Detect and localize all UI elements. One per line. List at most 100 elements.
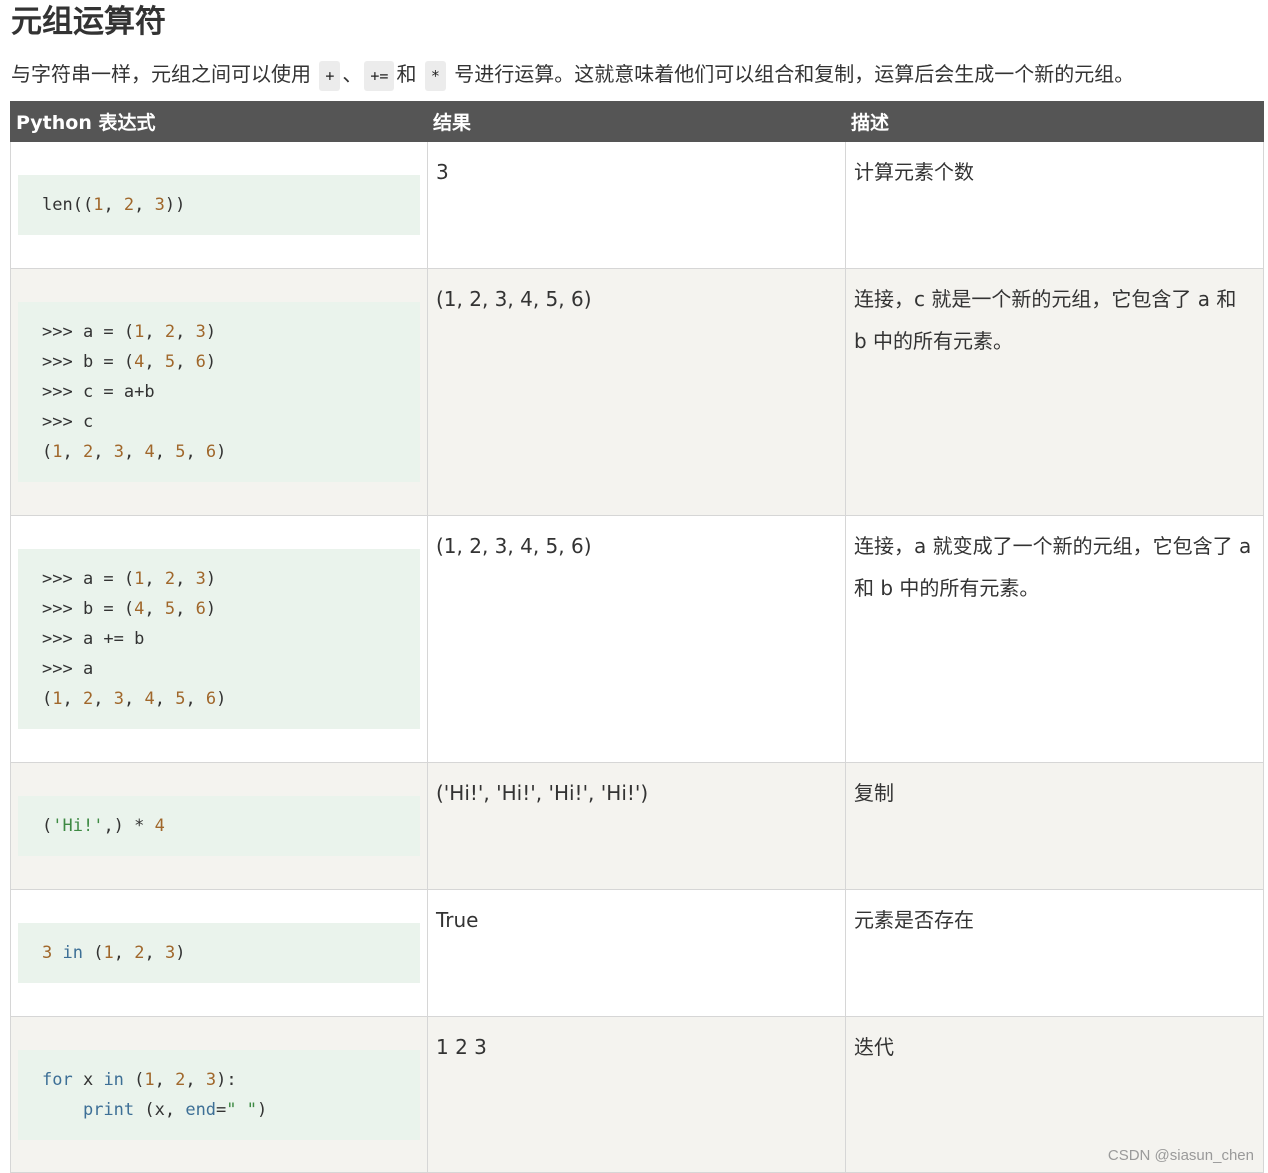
code-token-num: 3: [205, 1069, 217, 1090]
code-token-str: " ": [226, 1099, 258, 1120]
code-token: =: [216, 1099, 227, 1120]
code-token-kw: in: [62, 943, 83, 963]
code-token-num: 1: [134, 322, 145, 342]
code-token: ): [257, 1099, 268, 1120]
code-line: len((1, 2, 3)): [42, 190, 396, 220]
code-line: >>> c = a+b: [42, 377, 396, 407]
page-title: 元组运算符: [11, 4, 166, 40]
description-cell: 复制: [845, 762, 1264, 890]
code-token: ,: [185, 1069, 206, 1090]
code-token-num: 5: [164, 352, 176, 372]
intro-text-after: 号进行运算。这就意味着他们可以组合和复制，运算后会生成一个新的元组。: [447, 62, 1135, 86]
code-token: ,: [103, 195, 124, 215]
tuple-operators-table: Python 表达式 结果 描述 len((1, 2, 3)) 3 计算元素个数…: [10, 101, 1264, 1173]
code-token: >>> a: [42, 659, 94, 679]
code-line: ('Hi!',) * 4: [42, 811, 396, 841]
code-line: >>> a: [42, 654, 396, 684]
code-block: 3 in (1, 2, 3): [18, 923, 420, 983]
code-block: >>> a = (1, 2, 3) >>> b = (4, 5, 6) >>> a …: [18, 549, 420, 729]
code-line: >>> a += b: [42, 624, 396, 654]
result-cell: 3: [427, 141, 846, 269]
code-token-num: 2: [82, 689, 94, 709]
code-token: ,: [62, 442, 83, 462]
code-token-num: 3: [195, 569, 206, 589]
header-description: 描述: [845, 101, 1264, 142]
code-token-num: 2: [123, 195, 135, 215]
code-token: ,: [175, 569, 196, 589]
code-token-num: 2: [175, 1069, 186, 1090]
code-token: ,: [185, 689, 206, 709]
code-token: >>> a = (: [42, 569, 135, 589]
result-cell: (1, 2, 3, 4, 5, 6): [427, 268, 846, 516]
expression-cell: >>> a = (1, 2, 3) >>> b = (4, 5, 6) >>> a …: [10, 515, 428, 763]
header-expression: Python 表达式: [10, 101, 428, 142]
description-cell: 连接，c 就是一个新的元组，它包含了 a 和 b 中的所有元素。: [845, 268, 1264, 516]
description-cell: 元素是否存在: [845, 889, 1264, 1017]
code-token-num: 6: [205, 689, 217, 709]
code-token: ): [216, 442, 227, 462]
code-token-num: 6: [205, 442, 217, 462]
code-token-num: 1: [52, 442, 63, 462]
code-token-num: 4: [134, 599, 145, 619]
code-token-num: 4: [134, 352, 145, 372]
code-token-num: 4: [154, 816, 165, 836]
code-token-kw: end: [185, 1099, 217, 1120]
expression-cell: 3 in (1, 2, 3): [10, 889, 428, 1017]
intro-paragraph: 与字符串一样，元组之间可以使用 +、 += 和 * 号进行运算。这就意味着他们可以组…: [11, 57, 1261, 91]
table-row: 3 in (1, 2, 3) True 元素是否存在: [10, 889, 1264, 1017]
code-block: ('Hi!',) * 4: [18, 796, 420, 856]
intro-separator: 、: [342, 62, 363, 86]
code-token: ,: [93, 689, 114, 709]
code-block: len((1, 2, 3)): [18, 175, 420, 235]
code-token: ,: [175, 352, 196, 372]
inline-code-plus: +: [319, 60, 341, 91]
code-token-num: 2: [134, 943, 145, 963]
code-token-num: 5: [175, 442, 186, 462]
code-line: 3 in (1, 2, 3): [42, 938, 396, 968]
table-row: len((1, 2, 3)) 3 计算元素个数: [10, 141, 1264, 269]
result-cell: (1, 2, 3, 4, 5, 6): [427, 515, 846, 763]
code-token-kw: print: [82, 1099, 135, 1120]
expression-cell: for x in (1, 2, 3): print (x, end=" "): [10, 1016, 428, 1173]
code-token-num: 3: [113, 689, 124, 709]
code-token-num: 5: [175, 689, 186, 709]
table-row: >>> a = (1, 2, 3) >>> b = (4, 5, 6) >>> a …: [10, 515, 1264, 763]
code-token: ,: [154, 1069, 176, 1090]
code-token: ): [205, 569, 217, 589]
table-header-row: Python 表达式 结果 描述: [10, 101, 1264, 142]
code-token: ,: [123, 689, 145, 709]
code-line: (1, 2, 3, 4, 5, 6): [42, 437, 396, 467]
code-token: ,: [185, 442, 206, 462]
table-row: for x in (1, 2, 3): print (x, end=" ") 1…: [10, 1016, 1264, 1173]
code-token: >>> b = (: [42, 599, 135, 619]
table-row: >>> a = (1, 2, 3) >>> b = (4, 5, 6) >>> c …: [10, 268, 1264, 516]
code-token: >>> a += b: [42, 629, 145, 649]
code-line: for x in (1, 2, 3):: [42, 1065, 396, 1095]
code-line: >>> c: [42, 407, 396, 437]
description-cell: 计算元素个数: [845, 141, 1264, 269]
code-token: ,: [113, 943, 135, 963]
description-cell: 连接，a 就变成了一个新的元组，它包含了 a 和 b 中的所有元素。: [845, 515, 1264, 763]
intro-text-before: 与字符串一样，元组之间可以使用: [11, 62, 318, 86]
code-token: ,: [62, 689, 83, 709]
code-token-num: 3: [164, 943, 176, 963]
code-line: >>> a = (1, 2, 3): [42, 564, 396, 594]
code-line: >>> b = (4, 5, 6): [42, 347, 396, 377]
code-token-num: 1: [93, 195, 104, 215]
code-token: ): [175, 943, 186, 963]
code-token-kw: for: [42, 1069, 73, 1090]
code-token-num: 4: [144, 442, 155, 462]
code-token: ): [205, 352, 217, 372]
code-token: ,: [93, 442, 114, 462]
code-block: >>> a = (1, 2, 3) >>> b = (4, 5, 6) >>> c …: [18, 302, 420, 482]
code-token-num: 1: [103, 943, 114, 963]
expression-cell: ('Hi!',) * 4: [10, 762, 428, 890]
code-token: >>> c = a+b: [42, 382, 155, 402]
code-token-num: 6: [195, 352, 206, 372]
inline-code-star: *: [424, 60, 446, 91]
expression-cell: >>> a = (1, 2, 3) >>> b = (4, 5, 6) >>> c …: [10, 268, 428, 516]
code-token: (: [82, 943, 104, 963]
code-token: ,: [144, 569, 165, 589]
